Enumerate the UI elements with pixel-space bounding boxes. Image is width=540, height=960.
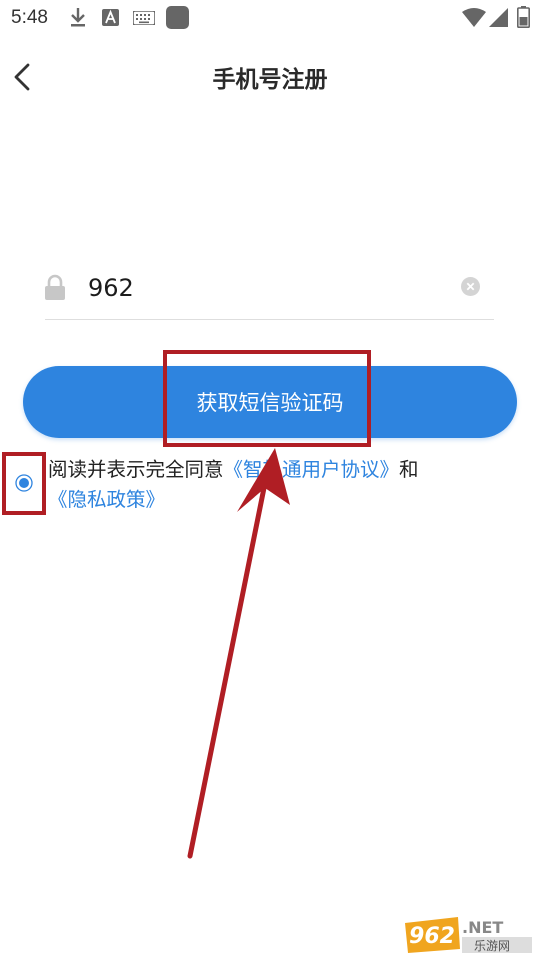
page-title: 手机号注册	[212, 67, 328, 93]
user-agreement-link[interactable]: 《智轨通用户协议》	[224, 458, 400, 481]
status-time: 5:48	[11, 7, 48, 28]
privacy-policy-link[interactable]: 《隐私政策》	[48, 488, 165, 511]
clear-input-button[interactable]	[461, 277, 480, 296]
lock-icon	[45, 274, 65, 300]
input-divider	[45, 319, 494, 320]
radio-highlight-box	[2, 452, 46, 515]
keyboard-icon	[133, 11, 155, 25]
phone-number-input[interactable]	[88, 268, 448, 308]
svg-text:.NET: .NET	[462, 918, 503, 937]
button-highlight-box	[163, 350, 371, 447]
battery-icon	[517, 6, 530, 28]
app-square-icon	[166, 6, 189, 29]
text-a-icon	[102, 9, 119, 26]
agreement-prefix: 阅读并表示完全同意	[48, 458, 224, 481]
wifi-icon	[462, 8, 486, 27]
svg-text:962: 962	[409, 924, 455, 949]
svg-text:乐游网: 乐游网	[474, 939, 510, 953]
download-icon	[71, 8, 85, 27]
agreement-text: 阅读并表示完全同意《智轨通用户协议》和《隐私政策》	[48, 455, 534, 515]
site-watermark-logo: 962 .NET 乐游网	[405, 917, 532, 953]
status-bar: 5:48	[0, 0, 540, 36]
agreement-conjunction: 和	[399, 458, 419, 481]
signal-icon	[489, 8, 508, 27]
